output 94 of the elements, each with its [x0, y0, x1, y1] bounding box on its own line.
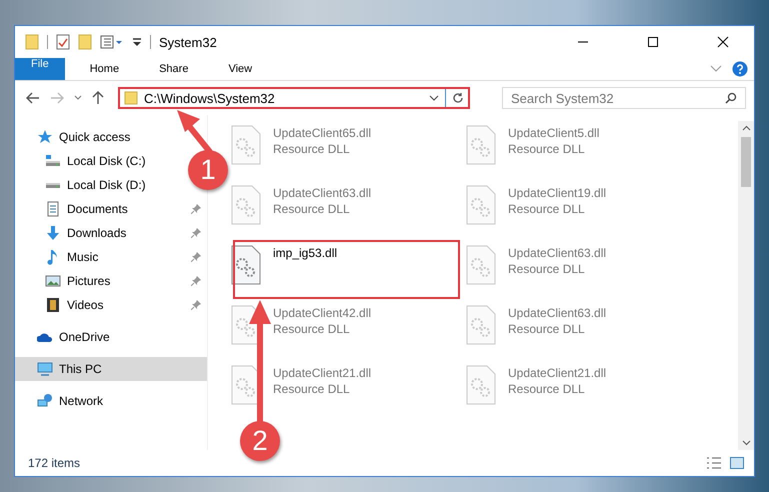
file-type: Resource DLL [273, 321, 351, 337]
file-name: UpdateClient65.dll [273, 125, 372, 141]
window-title: System32 [159, 34, 217, 50]
down-arrow-icon [45, 225, 61, 241]
ribbon-tab[interactable]: View [213, 58, 268, 80]
file-type: Resource DLL [508, 141, 586, 157]
properties-icon[interactable] [56, 34, 70, 50]
file-type: Resource DLL [508, 321, 586, 337]
search-icon [725, 92, 737, 104]
file-name: UpdateClient19.dll [508, 185, 606, 201]
gear-file-icon [231, 125, 261, 165]
sidebar-item[interactable]: Music [15, 245, 207, 269]
ribbon-tab[interactable]: Home [74, 58, 134, 80]
scroll-down-icon[interactable] [742, 440, 750, 446]
back-icon[interactable] [26, 92, 40, 104]
file-type: Resource DLL [273, 201, 351, 217]
file-type: Resource DLL [508, 381, 586, 397]
ribbon-tab[interactable]: Share [144, 58, 204, 80]
film-icon [45, 297, 61, 313]
expand-ribbon-icon[interactable] [710, 65, 722, 73]
gear-file-icon [231, 185, 261, 225]
gear-file-icon [466, 245, 496, 285]
file-name: UpdateClient63.dll [508, 245, 606, 261]
new-folder-icon[interactable] [78, 34, 92, 50]
item-count: 172 items [28, 456, 80, 470]
sidebar-item[interactable]: Quick access [15, 125, 207, 149]
document-icon [45, 201, 61, 217]
help-icon[interactable] [732, 61, 748, 77]
dropdown-icon[interactable] [429, 95, 439, 101]
recent-locations-icon[interactable] [74, 95, 82, 101]
maximize-icon [647, 36, 659, 48]
customize-icon[interactable] [132, 37, 142, 47]
sidebar-item[interactable]: OneDrive [15, 325, 207, 349]
address-path: C:\Windows\System32 [144, 90, 276, 106]
scroll-thumb[interactable] [741, 137, 751, 187]
picture-icon [45, 273, 61, 289]
forward-icon[interactable] [50, 92, 64, 104]
address-bar[interactable]: C:\Windows\System32 [118, 87, 470, 109]
ribbon-tab[interactable]: File [15, 58, 65, 80]
file-name: UpdateClient5.dll [508, 125, 600, 141]
drive-icon [45, 153, 61, 169]
details-view-icon[interactable] [706, 457, 722, 469]
gear-file-icon [466, 185, 496, 225]
file-type: Resource DLL [508, 201, 586, 217]
close-icon [717, 36, 729, 48]
file-item[interactable]: UpdateClient21.dll Resource DLL [231, 361, 372, 409]
search-field[interactable]: Search System32 [502, 87, 746, 109]
network-icon [37, 393, 53, 409]
file-type: Resource DLL [273, 141, 351, 157]
gear-file-icon [466, 365, 496, 405]
refresh-icon[interactable] [452, 92, 464, 104]
file-item[interactable]: UpdateClient63.dll Resource DLL [466, 301, 606, 349]
scroll-up-icon[interactable] [742, 125, 750, 131]
file-name: UpdateClient63.dll [508, 305, 606, 321]
file-item[interactable]: UpdateClient21.dll Resource DLL [466, 361, 606, 409]
up-icon[interactable] [92, 91, 104, 105]
pin-icon[interactable] [191, 252, 201, 262]
file-name: UpdateClient21.dll [508, 365, 606, 381]
file-item[interactable]: UpdateClient65.dll Resource DLL [231, 121, 372, 169]
pin-icon[interactable] [191, 228, 201, 238]
sidebar-item[interactable]: Downloads [15, 221, 207, 245]
gear-file-icon [231, 245, 261, 285]
star-icon [37, 129, 53, 145]
minimize-icon [577, 41, 589, 43]
file-item[interactable]: imp_ig53.dll [231, 241, 338, 289]
file-item[interactable]: UpdateClient5.dll Resource DLL [466, 121, 600, 169]
file-type: Resource DLL [273, 381, 351, 397]
sidebar-item[interactable]: Local Disk (C:) [15, 149, 152, 173]
pin-icon[interactable] [191, 276, 201, 286]
sidebar-item[interactable]: Network [15, 389, 207, 413]
file-name: imp_ig53.dll [273, 245, 338, 261]
gear-file-icon [466, 125, 496, 165]
large-icons-view-icon[interactable] [730, 457, 744, 469]
view-options-icon[interactable] [100, 35, 124, 49]
file-item[interactable]: UpdateClient19.dll Resource DLL [466, 181, 606, 229]
sidebar-item[interactable]: Local Disk (D:) [15, 173, 152, 197]
sidebar-item[interactable]: This PC [15, 357, 207, 381]
file-name: UpdateClient63.dll [273, 185, 372, 201]
pin-icon[interactable] [191, 300, 201, 310]
folder-icon [124, 91, 138, 105]
sidebar-item[interactable]: Pictures [15, 269, 207, 293]
gear-file-icon [466, 305, 496, 345]
scrollbar[interactable] [738, 121, 754, 450]
monitor-icon [37, 361, 53, 377]
file-item[interactable]: UpdateClient63.dll Resource DLL [231, 181, 372, 229]
file-item[interactable]: UpdateClient63.dll Resource DLL [466, 241, 606, 289]
file-type: Resource DLL [508, 261, 586, 277]
sidebar-item[interactable]: Videos [15, 293, 207, 317]
drive-icon [45, 182, 61, 188]
folder-icon[interactable] [25, 34, 39, 50]
file-name: UpdateClient42.dll [273, 305, 372, 321]
file-name: UpdateClient21.dll [273, 365, 372, 381]
pin-icon[interactable] [191, 204, 201, 214]
sidebar-item[interactable]: Documents [15, 197, 207, 221]
